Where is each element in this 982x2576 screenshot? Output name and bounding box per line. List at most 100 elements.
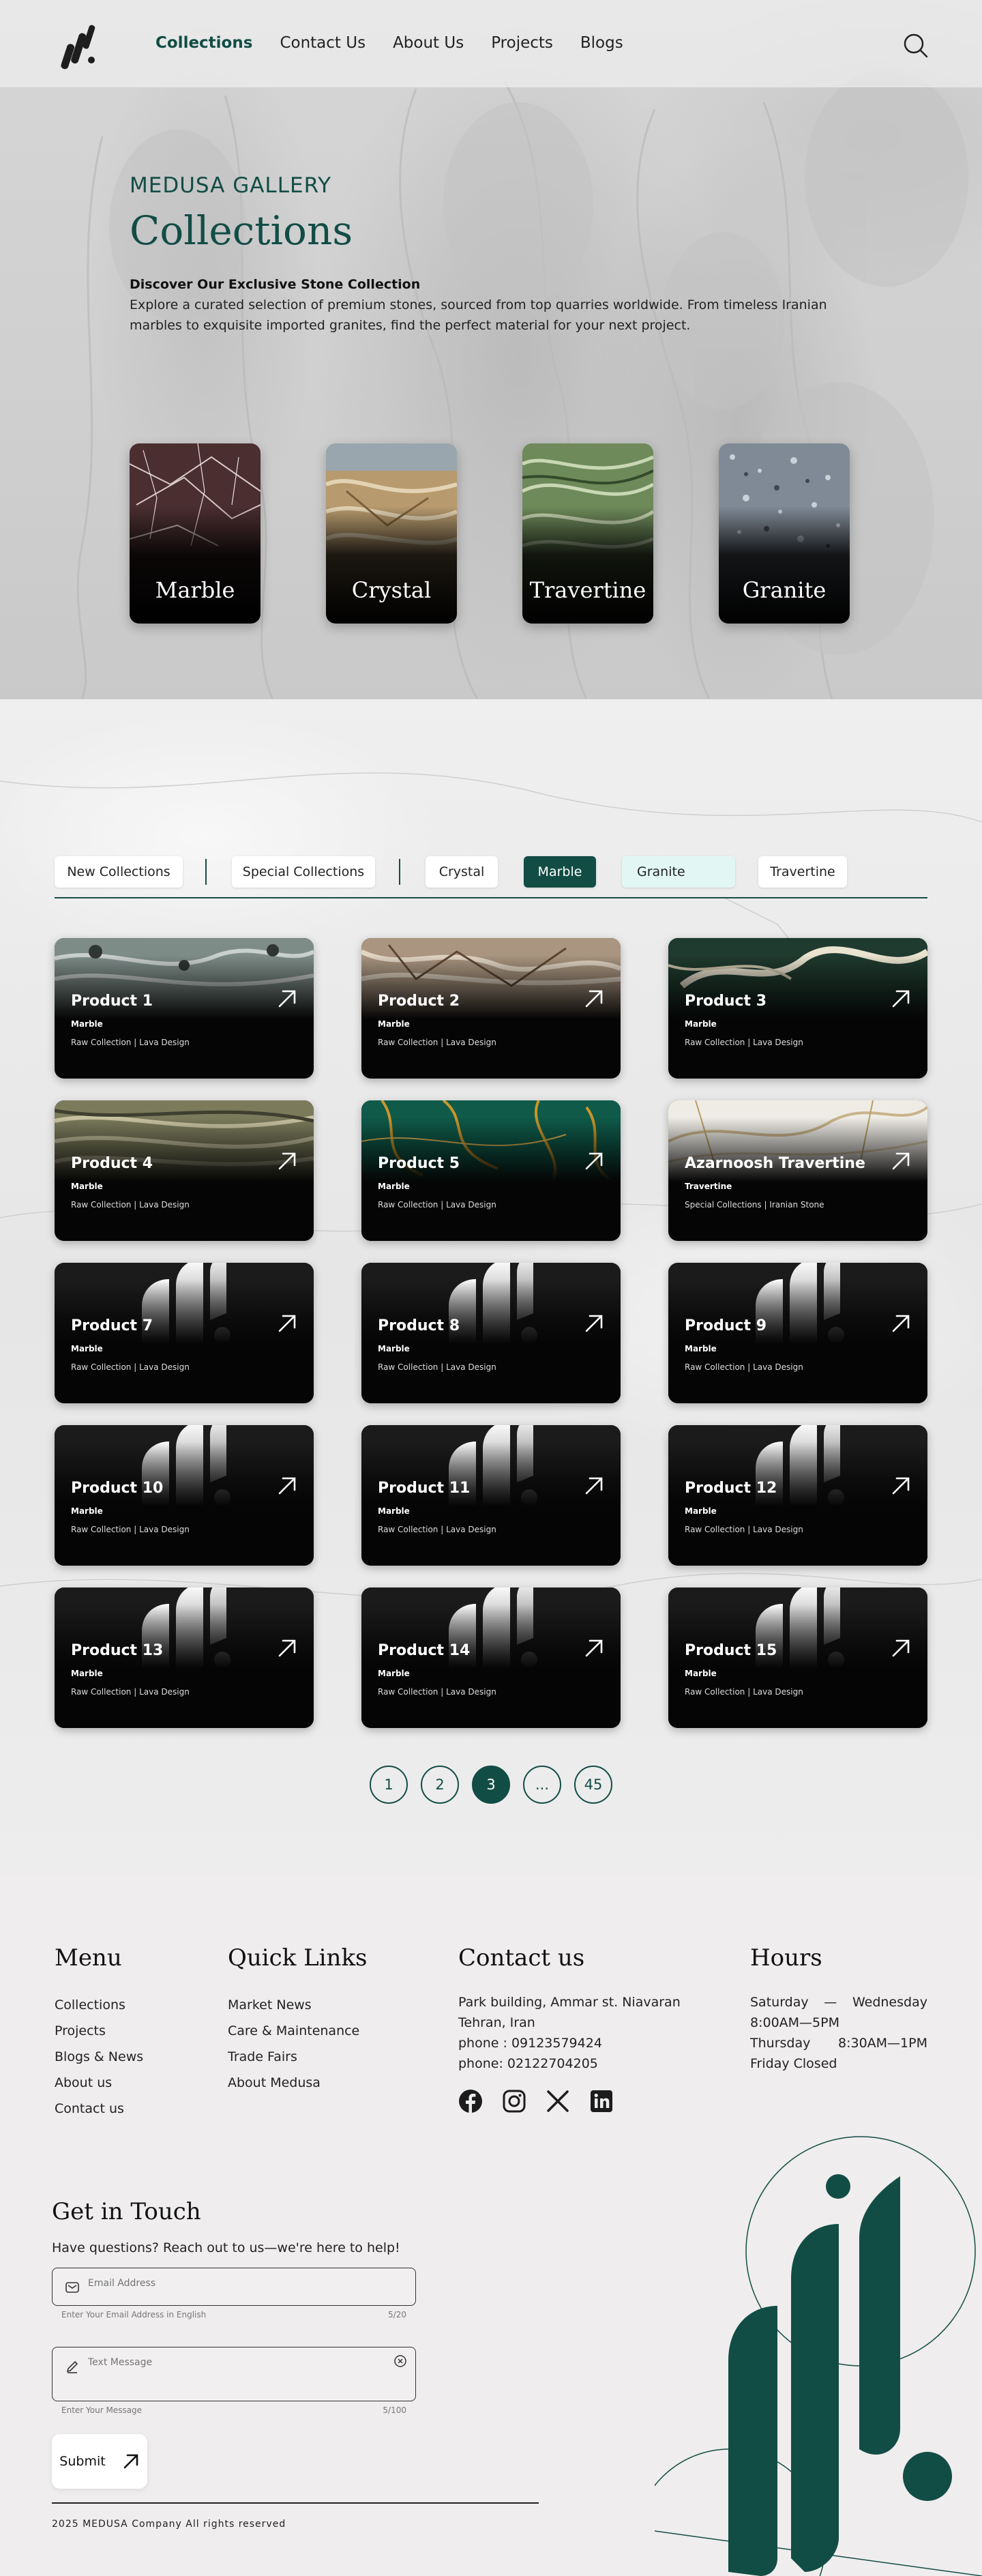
get-in-touch-form: Get in Touch Have questions? Reach out t… xyxy=(52,2198,416,2489)
product-card[interactable]: Product 13 Marble Raw Collection | Lava De… xyxy=(55,1587,314,1728)
footer-link-collections[interactable]: Collections xyxy=(55,1992,143,2018)
arrow-up-right-icon[interactable] xyxy=(891,1638,911,1658)
footer-link-trade-fairs[interactable]: Trade Fairs xyxy=(228,2044,368,2070)
pagination: 1 2 3 ... 45 xyxy=(370,1766,612,1804)
hours-row: Friday Closed xyxy=(750,2056,837,2071)
footer-phone-1[interactable]: phone : 09123579424 xyxy=(458,2033,681,2053)
arrow-up-right-icon[interactable] xyxy=(277,989,297,1009)
footer-link-blogs[interactable]: Blogs & News xyxy=(55,2044,143,2070)
linkedin-icon[interactable] xyxy=(589,2089,614,2113)
filter-marble[interactable]: Marble xyxy=(524,856,596,888)
category-card-marble[interactable]: Marble xyxy=(130,443,261,624)
arrow-up-right-icon[interactable] xyxy=(891,1151,911,1171)
footer-link-about[interactable]: About us xyxy=(55,2070,143,2096)
product-card[interactable]: Product 4 Marble Raw Collection | Lava Des… xyxy=(55,1100,314,1241)
product-card[interactable]: Product 11 Marble Raw Collection | Lava De… xyxy=(361,1425,621,1566)
get-in-touch-title: Get in Touch xyxy=(52,2198,201,2225)
nav-about-us[interactable]: About Us xyxy=(393,34,464,52)
medusa-logo[interactable] xyxy=(60,20,97,72)
product-card[interactable]: Product 10 Marble Raw Collection | Lava De… xyxy=(55,1425,314,1566)
footer-menu-title: Menu xyxy=(55,1944,122,1972)
arrow-up-right-icon[interactable] xyxy=(584,1638,604,1658)
message-helper: Enter Your Message 5/100 xyxy=(61,2405,406,2415)
filter-travertine[interactable]: Travertine xyxy=(758,856,847,888)
footer-menu: Menu Collections Projects Blogs & News A… xyxy=(55,1944,143,2122)
footer-link-market-news[interactable]: Market News xyxy=(228,1992,368,2018)
arrow-up-right-icon[interactable] xyxy=(277,1313,297,1334)
product-card[interactable]: Product 3 Marble Raw Collection | Lava Des… xyxy=(668,938,927,1079)
product-name: Azarnoosh Travertine xyxy=(685,1155,865,1172)
product-meta: Raw Collection | Lava Design xyxy=(71,1525,190,1534)
product-type: Marble xyxy=(685,1019,717,1029)
nav-projects[interactable]: Projects xyxy=(491,34,553,52)
nav-blogs[interactable]: Blogs xyxy=(580,34,623,52)
footer-contact: Contact us Park building, Ammar st. Niav… xyxy=(458,1944,681,2113)
footer-link-about-medusa[interactable]: About Medusa xyxy=(228,2070,368,2096)
product-type: Marble xyxy=(378,1344,410,1353)
category-card-crystal[interactable]: Crystal xyxy=(326,443,457,624)
arrow-up-right-icon[interactable] xyxy=(891,1476,911,1496)
product-card[interactable]: Product 7 Marble Raw Collection | Lava Des… xyxy=(55,1263,314,1403)
arrow-up-right-icon[interactable] xyxy=(584,1313,604,1334)
product-card[interactable]: Product 1 Marble Raw Collection | Lava Des… xyxy=(55,938,314,1079)
hours-row: Saturday — Wednesday xyxy=(750,1995,927,2010)
instagram-icon[interactable] xyxy=(502,2089,526,2113)
page-button-3[interactable]: 3 xyxy=(472,1766,510,1804)
page-ellipsis[interactable]: ... xyxy=(523,1766,561,1804)
arrow-up-right-icon[interactable] xyxy=(584,1476,604,1496)
footer-link-contact[interactable]: Contact us xyxy=(55,2096,143,2122)
filter-granite[interactable]: Granite xyxy=(622,856,735,888)
message-input[interactable] xyxy=(88,2357,374,2379)
arrow-up-right-icon[interactable] xyxy=(584,989,604,1009)
arrow-up-right-icon[interactable] xyxy=(891,989,911,1009)
footer: Menu Collections Projects Blogs & News A… xyxy=(0,1876,982,2576)
hours-row: Thursday 8:30AM—1PM xyxy=(750,2036,927,2051)
filter-crystal[interactable]: Crystal xyxy=(426,856,498,888)
page-button-1[interactable]: 1 xyxy=(370,1766,408,1804)
arrow-up-right-icon[interactable] xyxy=(584,1151,604,1171)
product-name: Product 3 xyxy=(685,993,767,1010)
hero-description: Explore a curated selection of premium s… xyxy=(130,297,827,333)
product-card[interactable]: Product 15 Marble Raw Collection | Lava De… xyxy=(668,1587,927,1728)
email-field[interactable] xyxy=(52,2268,416,2306)
arrow-up-right-icon xyxy=(123,2454,138,2469)
product-type: Marble xyxy=(378,1019,410,1029)
nav-collections[interactable]: Collections xyxy=(155,34,252,52)
arrow-up-right-icon[interactable] xyxy=(891,1313,911,1334)
filter-new-collections[interactable]: New Collections xyxy=(55,856,183,888)
product-card[interactable]: Product 2 Marble Raw Collection | Lava Des… xyxy=(361,938,621,1079)
product-card[interactable]: Product 5 Marble Raw Collection | Lava Des… xyxy=(361,1100,621,1241)
footer-phone-2[interactable]: phone: 02122704205 xyxy=(458,2053,681,2074)
email-input[interactable] xyxy=(88,2278,374,2289)
product-type: Marble xyxy=(71,1019,103,1029)
footer-link-care[interactable]: Care & Maintenance xyxy=(228,2018,368,2044)
product-name: Product 12 xyxy=(685,1480,777,1497)
page-button-2[interactable]: 2 xyxy=(421,1766,459,1804)
arrow-up-right-icon[interactable] xyxy=(277,1151,297,1171)
product-meta: Raw Collection | Lava Design xyxy=(71,1362,190,1372)
product-card[interactable]: Product 8 Marble Raw Collection | Lava Des… xyxy=(361,1263,621,1403)
product-name: Product 9 xyxy=(685,1317,767,1334)
facebook-icon[interactable] xyxy=(458,2089,483,2113)
filter-special-collections[interactable]: Special Collections xyxy=(232,856,375,888)
message-field[interactable] xyxy=(52,2347,416,2401)
clear-icon[interactable] xyxy=(393,2354,407,2368)
product-meta: Raw Collection | Lava Design xyxy=(685,1038,803,1047)
arrow-up-right-icon[interactable] xyxy=(277,1638,297,1658)
footer-link-projects[interactable]: Projects xyxy=(55,2018,143,2044)
product-type: Marble xyxy=(378,1669,410,1678)
product-card[interactable]: Azarnoosh Travertine Travertine Special Co… xyxy=(668,1100,927,1241)
page-button-45[interactable]: 45 xyxy=(574,1766,612,1804)
product-card[interactable]: Product 9 Marble Raw Collection | Lava Des… xyxy=(668,1263,927,1403)
product-type: Marble xyxy=(71,1669,103,1678)
category-card-granite[interactable]: Granite xyxy=(719,443,850,624)
nav-contact-us[interactable]: Contact Us xyxy=(280,34,366,52)
search-icon[interactable] xyxy=(902,31,929,59)
arrow-up-right-icon[interactable] xyxy=(277,1476,297,1496)
submit-button[interactable]: Submit xyxy=(52,2434,147,2489)
category-label: Granite xyxy=(742,577,827,603)
category-card-travertine[interactable]: Travertine xyxy=(522,443,653,624)
x-icon[interactable] xyxy=(546,2089,570,2113)
product-card[interactable]: Product 12 Marble Raw Collection | Lava De… xyxy=(668,1425,927,1566)
product-card[interactable]: Product 14 Marble Raw Collection | Lava De… xyxy=(361,1587,621,1728)
